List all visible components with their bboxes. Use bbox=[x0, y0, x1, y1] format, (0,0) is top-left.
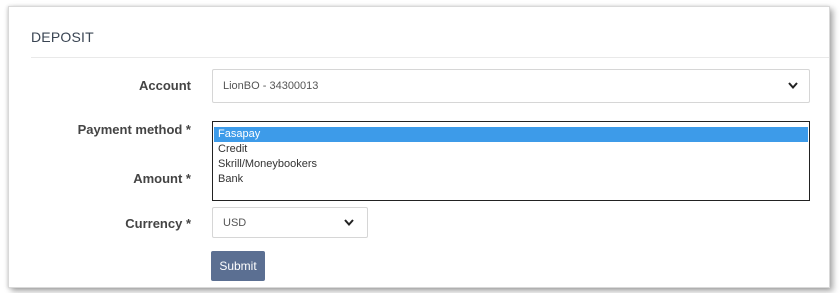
account-select[interactable]: LionBO - 34300013 bbox=[212, 69, 810, 103]
payment-option-bank[interactable]: Bank bbox=[214, 172, 808, 187]
panel-title: DEPOSIT bbox=[31, 29, 94, 45]
currency-label: Currency * bbox=[125, 216, 191, 231]
payment-method-label: Payment method * bbox=[77, 122, 191, 137]
chevron-down-icon bbox=[344, 218, 354, 226]
payment-option-skrill[interactable]: Skrill/Moneybookers bbox=[214, 157, 808, 172]
account-select-value: LionBO - 34300013 bbox=[223, 80, 319, 92]
title-divider bbox=[31, 57, 829, 58]
currency-select[interactable]: USD bbox=[212, 207, 368, 238]
deposit-panel: DEPOSIT Account LionBO - 34300013 Paymen… bbox=[8, 6, 830, 288]
account-label: Account bbox=[139, 78, 191, 93]
payment-option-credit[interactable]: Credit bbox=[214, 142, 808, 157]
payment-method-listbox[interactable]: Fasapay Credit Skrill/Moneybookers Bank bbox=[212, 121, 810, 201]
payment-option-fasapay[interactable]: Fasapay bbox=[214, 127, 808, 142]
currency-select-value: USD bbox=[223, 216, 247, 229]
amount-label: Amount * bbox=[133, 171, 191, 186]
chevron-down-icon bbox=[788, 82, 798, 90]
submit-button[interactable]: Submit bbox=[211, 251, 265, 281]
